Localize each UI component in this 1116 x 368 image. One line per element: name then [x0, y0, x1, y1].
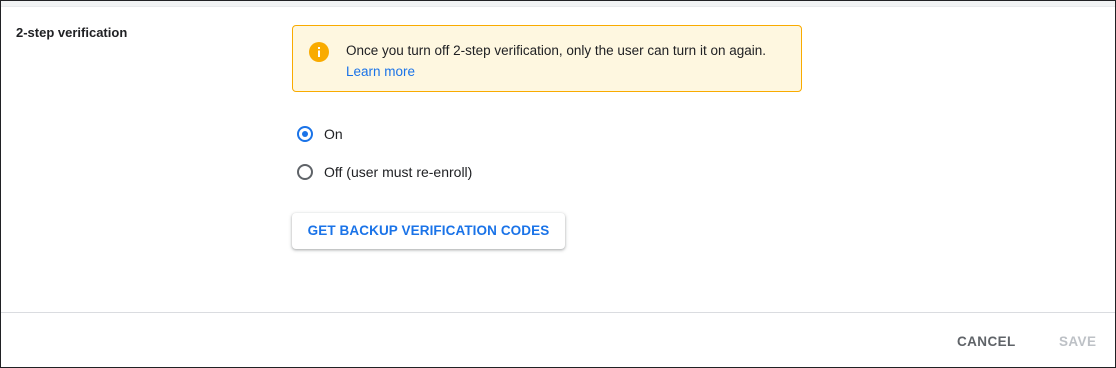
warning-text: Once you turn off 2-step verification, o…	[346, 40, 786, 82]
section-label: 2-step verification	[16, 25, 128, 40]
radio-label-on: On	[324, 126, 343, 142]
save-button[interactable]: SAVE	[1059, 331, 1096, 351]
radio-button-on[interactable]	[297, 126, 313, 142]
cancel-button[interactable]: CANCEL	[957, 331, 1016, 351]
warning-message: Once you turn off 2-step verification, o…	[346, 43, 766, 58]
learn-more-link[interactable]: Learn more	[346, 64, 415, 79]
radio-button-off[interactable]	[297, 164, 313, 180]
footer-divider	[1, 312, 1115, 313]
info-icon	[309, 42, 329, 62]
get-backup-codes-button[interactable]: GET BACKUP VERIFICATION CODES	[292, 213, 565, 249]
top-strip	[1, 1, 1115, 7]
warning-banner: Once you turn off 2-step verification, o…	[292, 25, 802, 92]
radio-option-off[interactable]: Off (user must re-enroll)	[297, 161, 472, 183]
radio-label-off: Off (user must re-enroll)	[324, 164, 473, 180]
radio-option-on[interactable]: On	[297, 123, 343, 145]
two-step-verification-panel: 2-step verification Once you turn off 2-…	[0, 0, 1116, 368]
